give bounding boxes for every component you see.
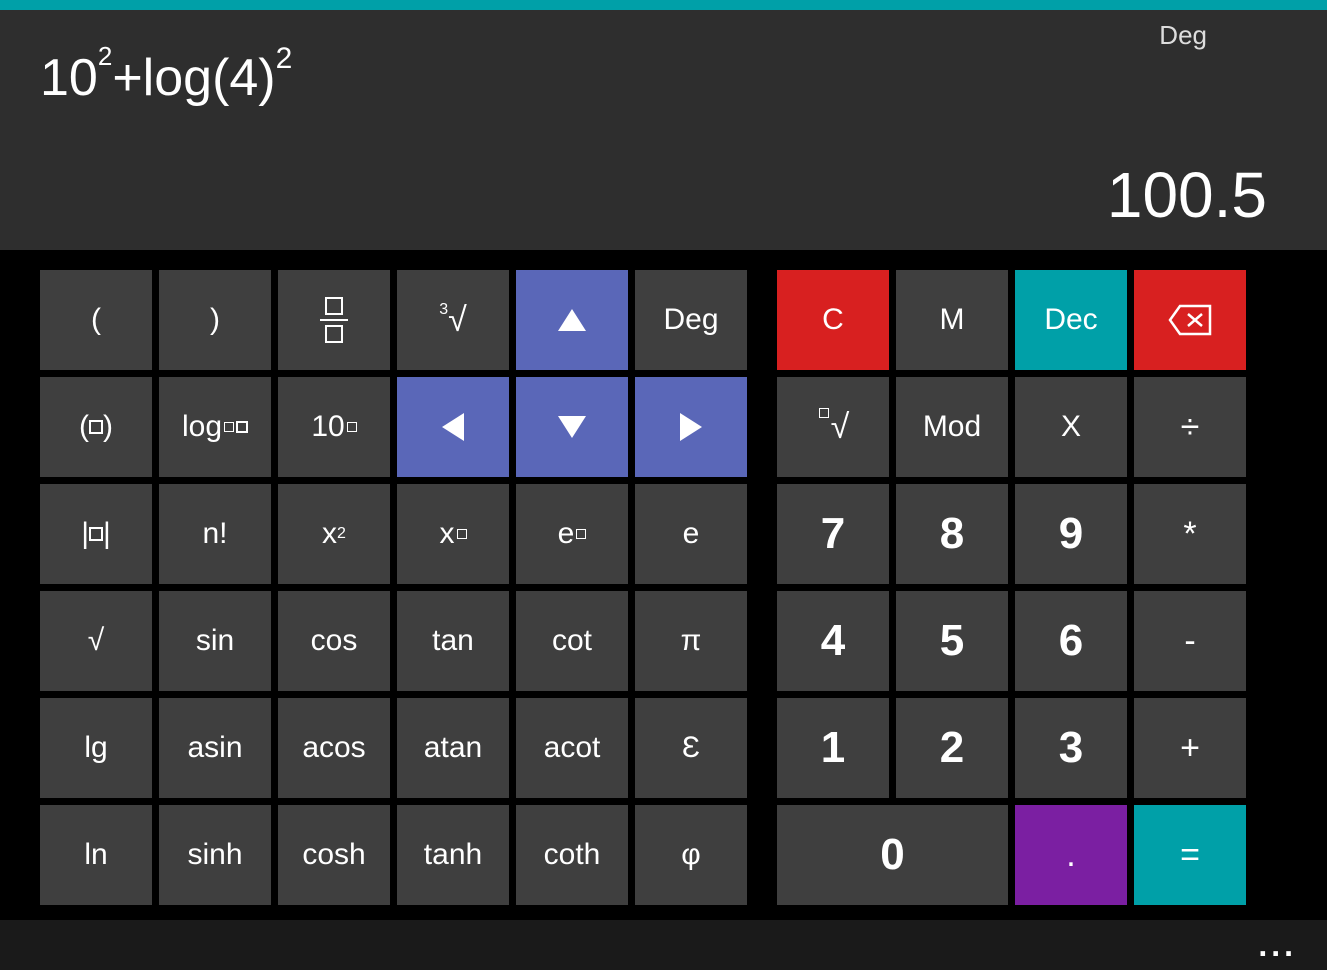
- open-paren-button[interactable]: (: [40, 270, 152, 370]
- fraction-icon: [320, 297, 348, 343]
- digit-7-button[interactable]: 7: [777, 484, 889, 584]
- placeholder-box-icon: [347, 422, 357, 432]
- placeholder-box-icon: [236, 421, 248, 433]
- digit-3-button[interactable]: 3: [1015, 698, 1127, 798]
- digit-0-button[interactable]: 0: [777, 805, 1008, 905]
- nav-right-button[interactable]: [635, 377, 747, 477]
- x-power-button[interactable]: x: [397, 484, 509, 584]
- calculator-app: Deg 102+log(4)2 100.5 ( ) 3 √ Deg: [0, 0, 1327, 970]
- digit-5-button[interactable]: 5: [896, 591, 1008, 691]
- result-display: 100.5: [1107, 158, 1267, 232]
- tan-button[interactable]: tan: [397, 591, 509, 691]
- coth-button[interactable]: coth: [516, 805, 628, 905]
- expr-exp-1: 2: [98, 41, 112, 71]
- acos-button[interactable]: acos: [278, 698, 390, 798]
- add-button[interactable]: +: [1134, 698, 1246, 798]
- right-arrow-icon: [680, 413, 702, 441]
- cos-button[interactable]: cos: [278, 591, 390, 691]
- phi-button[interactable]: φ: [635, 805, 747, 905]
- down-arrow-icon: [558, 416, 586, 438]
- x-squared-button[interactable]: x2: [278, 484, 390, 584]
- log-base-button[interactable]: log: [159, 377, 271, 477]
- left-arrow-icon: [442, 413, 464, 441]
- epsilon-button[interactable]: Ɛ: [635, 698, 747, 798]
- expression-display: 102+log(4)2: [40, 48, 1287, 108]
- nav-left-button[interactable]: [397, 377, 509, 477]
- display-area: Deg 102+log(4)2 100.5: [0, 10, 1327, 250]
- sinh-button[interactable]: sinh: [159, 805, 271, 905]
- lg-button[interactable]: lg: [40, 698, 152, 798]
- mod-button[interactable]: Mod: [896, 377, 1008, 477]
- digit-1-button[interactable]: 1: [777, 698, 889, 798]
- ln-button[interactable]: ln: [40, 805, 152, 905]
- digit-4-button[interactable]: 4: [777, 591, 889, 691]
- sin-button[interactable]: sin: [159, 591, 271, 691]
- nav-down-button[interactable]: [516, 377, 628, 477]
- function-pad: ( ) 3 √ Deg () log: [40, 270, 747, 920]
- placeholder-box-icon: [576, 529, 586, 539]
- memory-button[interactable]: M: [896, 270, 1008, 370]
- app-bar: ...: [0, 920, 1327, 970]
- angle-mode-indicator: Deg: [1159, 20, 1207, 51]
- expr-tail-sup: 2: [276, 42, 293, 75]
- more-button[interactable]: ...: [1258, 927, 1297, 964]
- factorial-button[interactable]: n!: [159, 484, 271, 584]
- backspace-icon: [1168, 304, 1212, 336]
- abs-button[interactable]: ||: [40, 484, 152, 584]
- digit-2-button[interactable]: 2: [896, 698, 1008, 798]
- placeholder-box-icon: [819, 408, 829, 418]
- cube-root-button[interactable]: 3 √: [397, 270, 509, 370]
- atan-button[interactable]: atan: [397, 698, 509, 798]
- placeholder-box-icon: [89, 527, 103, 541]
- e-power-button[interactable]: e: [516, 484, 628, 584]
- close-paren-button[interactable]: ): [159, 270, 271, 370]
- fraction-button[interactable]: [278, 270, 390, 370]
- number-mode-button[interactable]: Dec: [1015, 270, 1127, 370]
- decimal-point-button[interactable]: .: [1015, 805, 1127, 905]
- digit-6-button[interactable]: 6: [1015, 591, 1127, 691]
- expr-part-1: 10: [40, 49, 98, 107]
- pi-button[interactable]: π: [635, 591, 747, 691]
- divide-button[interactable]: ÷: [1134, 377, 1246, 477]
- digit-9-button[interactable]: 9: [1015, 484, 1127, 584]
- title-bar: [0, 0, 1327, 10]
- backspace-button[interactable]: [1134, 270, 1246, 370]
- cosh-button[interactable]: cosh: [278, 805, 390, 905]
- cube-root-symbol: √: [448, 301, 467, 340]
- equals-button[interactable]: =: [1134, 805, 1246, 905]
- expr-part-2: +log(4): [112, 49, 275, 107]
- angle-mode-button[interactable]: Deg: [635, 270, 747, 370]
- asin-button[interactable]: asin: [159, 698, 271, 798]
- paren-group-button[interactable]: (): [40, 377, 152, 477]
- placeholder-box-icon: [457, 529, 467, 539]
- tanh-button[interactable]: tanh: [397, 805, 509, 905]
- subtract-button[interactable]: -: [1134, 591, 1246, 691]
- placeholder-box-icon: [89, 420, 103, 434]
- keypad-area: ( ) 3 √ Deg () log: [0, 250, 1327, 920]
- cot-button[interactable]: cot: [516, 591, 628, 691]
- multiply-button[interactable]: *: [1134, 484, 1246, 584]
- nth-root-button[interactable]: √: [777, 377, 889, 477]
- numeric-pad: C M Dec √ Mod X ÷ 7 8: [777, 270, 1246, 920]
- up-arrow-icon: [558, 309, 586, 331]
- x-variable-button[interactable]: X: [1015, 377, 1127, 477]
- placeholder-box-icon: [224, 422, 234, 432]
- cube-root-exp: 3: [439, 301, 448, 319]
- sqrt-button[interactable]: √: [40, 591, 152, 691]
- ten-power-button[interactable]: 10: [278, 377, 390, 477]
- acot-button[interactable]: acot: [516, 698, 628, 798]
- clear-button[interactable]: C: [777, 270, 889, 370]
- euler-e-button[interactable]: e: [635, 484, 747, 584]
- nav-up-button[interactable]: [516, 270, 628, 370]
- digit-8-button[interactable]: 8: [896, 484, 1008, 584]
